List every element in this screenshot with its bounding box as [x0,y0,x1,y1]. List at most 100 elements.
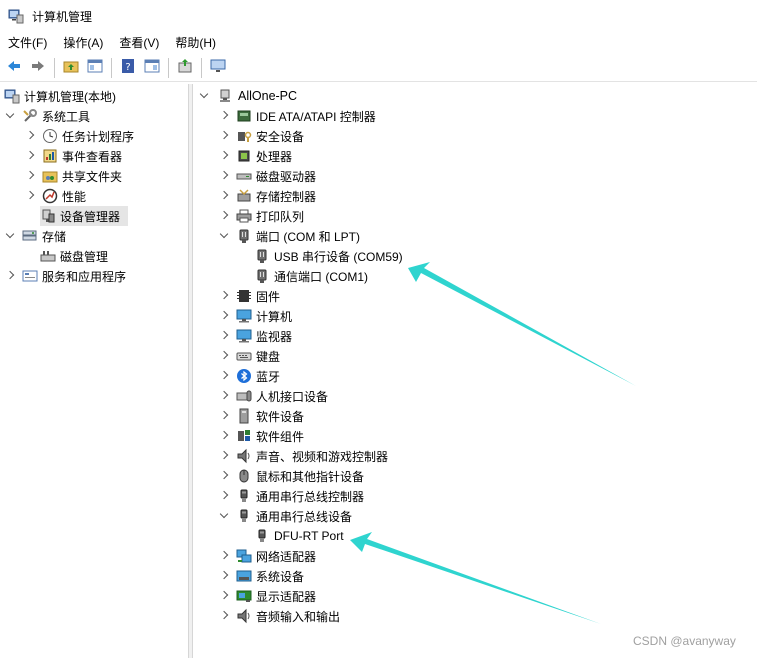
chevron-down-icon[interactable] [220,231,230,241]
chevron-right-icon[interactable] [220,191,230,201]
keyboard-icon [236,348,252,364]
device-category-row[interactable]: 音频输入和输出 [220,606,340,626]
device-category-row[interactable]: 端口 (COM 和 LPT) [220,226,360,246]
console-tree-button[interactable] [84,57,106,79]
tree-label: 系统工具 [42,109,91,124]
device-category-label: IDE ATA/ATAPI 控制器 [256,109,376,124]
device-category-row[interactable]: 声音、视频和游戏控制器 [220,446,388,466]
chevron-right-icon[interactable] [26,131,36,141]
update-driver-button[interactable] [174,57,196,79]
tree-label: 事件查看器 [62,149,123,164]
chevron-right-icon[interactable] [220,451,230,461]
device-category-row[interactable]: 安全设备 [220,126,304,146]
chevron-right-icon[interactable] [220,291,230,301]
chevron-right-icon[interactable] [220,471,230,481]
device-category-row[interactable]: 监视器 [220,326,292,346]
menu-action[interactable]: 操作(A) [55,32,111,54]
tree-item-shared-folders[interactable]: 共享文件夹 [26,166,122,186]
device-category-row[interactable]: 打印队列 [220,206,304,226]
chevron-right-icon[interactable] [220,351,230,361]
device-category-row[interactable]: 固件 [220,286,280,306]
chevron-right-icon[interactable] [220,431,230,441]
device-category-row[interactable]: 网络适配器 [220,546,316,566]
back-button[interactable] [3,57,25,79]
tree-item-performance[interactable]: 性能 [26,186,86,206]
chevron-right-icon[interactable] [6,271,16,281]
device-category-label: 鼠标和其他指针设备 [256,469,365,484]
chevron-right-icon[interactable] [220,591,230,601]
tree-root-computer-management[interactable]: 计算机管理(本地) [4,86,116,106]
chevron-right-icon[interactable] [220,151,230,161]
chevron-right-icon[interactable] [220,171,230,181]
device-row[interactable]: 通信端口 (COM1) [254,266,368,286]
menu-view[interactable]: 查看(V) [111,32,167,54]
device-category-row[interactable]: 蓝牙 [220,366,280,386]
help-button[interactable]: ? [117,57,139,79]
device-category-label: 键盘 [256,349,281,364]
usb-icon [236,508,252,524]
chevron-right-icon[interactable] [26,191,36,201]
tree-item-event-viewer[interactable]: 事件查看器 [26,146,122,166]
device-category-row[interactable]: 存储控制器 [220,186,316,206]
tree-item-services-apps[interactable]: 服务和应用程序 [6,266,126,286]
device-category-row[interactable]: 人机接口设备 [220,386,328,406]
device-category-row[interactable]: 显示适配器 [220,586,316,606]
device-category-row[interactable]: 处理器 [220,146,292,166]
software-device-icon [236,408,252,424]
chevron-right-icon[interactable] [220,331,230,341]
chevron-down-icon[interactable] [6,111,16,121]
device-category-label: 软件设备 [256,409,305,424]
chevron-right-icon[interactable] [26,171,36,181]
device-tree-root[interactable]: AllOne-PC [200,86,297,106]
chevron-right-icon[interactable] [220,211,230,221]
tree-item-device-manager[interactable]: 设备管理器 [40,206,128,226]
device-category-row[interactable]: 磁盘驱动器 [220,166,316,186]
chevron-right-icon[interactable] [220,311,230,321]
device-category-row[interactable]: 通用串行总线设备 [220,506,352,526]
chevron-right-icon[interactable] [220,611,230,621]
device-category-row[interactable]: 计算机 [220,306,292,326]
chevron-right-icon[interactable] [220,571,230,581]
chevron-down-icon[interactable] [6,231,16,241]
chevron-right-icon[interactable] [220,371,230,381]
tree-label: 性能 [62,189,87,204]
chevron-right-icon[interactable] [220,551,230,561]
chevron-right-icon[interactable] [26,151,36,161]
chevron-right-icon[interactable] [220,111,230,121]
tree-item-system-tools[interactable]: 系统工具 [6,106,90,126]
services-icon [22,268,38,284]
tools-icon [22,108,38,124]
chevron-right-icon[interactable] [220,391,230,401]
tree-label: 存储 [42,229,67,244]
chevron-right-icon[interactable] [220,491,230,501]
device-category-row[interactable]: IDE ATA/ATAPI 控制器 [220,106,376,126]
device-category-row[interactable]: 软件组件 [220,426,304,446]
device-row[interactable]: DFU-RT Port [254,526,344,546]
action-pane-button[interactable] [141,57,163,79]
device-category-row[interactable]: 键盘 [220,346,280,366]
tree-item-storage[interactable]: 存储 [6,226,66,246]
device-label: USB 串行设备 (COM59) [274,249,403,264]
tree-item-task-scheduler[interactable]: 任务计划程序 [26,126,134,146]
scan-hardware-button[interactable] [207,57,229,79]
chevron-right-icon[interactable] [220,131,230,141]
pane-splitter[interactable] [189,84,193,658]
chevron-down-icon[interactable] [220,511,230,521]
up-button[interactable] [60,57,82,79]
device-row[interactable]: USB 串行设备 (COM59) [254,246,403,266]
usb-icon [236,488,252,504]
chevron-down-icon[interactable] [200,91,210,101]
device-category-row[interactable]: 软件设备 [220,406,304,426]
device-category-row[interactable]: 鼠标和其他指针设备 [220,466,364,486]
chevron-right-icon[interactable] [220,411,230,421]
menu-help[interactable]: 帮助(H) [167,32,224,54]
device-category-row[interactable]: 系统设备 [220,566,304,586]
tree-item-disk-management[interactable]: 磁盘管理 [40,246,108,266]
forward-button[interactable] [27,57,49,79]
mouse-icon [236,468,252,484]
menu-file[interactable]: 文件(F) [0,32,55,54]
port-icon [254,268,270,284]
system-device-icon [236,568,252,584]
device-category-row[interactable]: 通用串行总线控制器 [220,486,364,506]
device-tree-pane: AllOne-PC IDE ATA/ATAPI 控制器安全设备 处理器 磁盘驱动器存… [194,84,757,658]
